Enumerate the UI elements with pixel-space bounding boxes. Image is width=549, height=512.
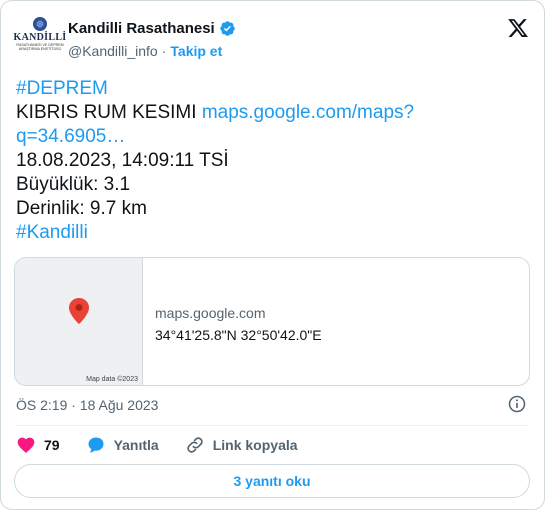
tweet-line: KIBRIS RUM KESIMI maps.google.com/maps?: [16, 101, 526, 125]
tweet-text-segment: Büyüklük: 3.1: [16, 174, 131, 195]
x-logo-icon[interactable]: [507, 17, 529, 39]
tweet-line: q=34.6905…: [16, 125, 526, 149]
avatar-subtext: RASATHANESİ VE DEPREM ARAŞTIRMA ENSTİTÜS…: [16, 43, 64, 51]
tweet-text-segment: KIBRIS RUM KESIMI: [16, 102, 202, 123]
like-button[interactable]: 79: [16, 435, 60, 455]
tweet-card: KANDİLLİ RASATHANESİ VE DEPREM ARAŞTIRMA…: [0, 0, 545, 510]
map-pin-icon: [69, 298, 89, 324]
map-link-card[interactable]: Map data ©2023 maps.google.com 34°41'25.…: [14, 257, 530, 386]
url-link[interactable]: maps.google.com/maps?: [202, 102, 414, 123]
observatory-logo-icon: [33, 17, 47, 31]
heart-icon: [17, 437, 35, 453]
map-coordinates: 34°41'25.8"N 32°50'42.0"E: [155, 327, 322, 343]
tweet-text: #DEPREM KIBRIS RUM KESIMI maps.google.com…: [16, 77, 526, 245]
tweet-timestamp[interactable]: ÖS 2:19 · 18 Ağu 2023: [16, 397, 158, 413]
reply-bubble-icon: [88, 437, 104, 453]
hashtag-link[interactable]: #Kandilli: [16, 222, 88, 243]
handle-row: @Kandilli_info · Takip et: [68, 43, 222, 59]
url-link[interactable]: q=34.6905…: [16, 126, 125, 147]
avatar[interactable]: KANDİLLİ RASATHANESİ VE DEPREM ARAŞTIRMA…: [13, 15, 67, 63]
tweet-header: KANDİLLİ RASATHANESİ VE DEPREM ARAŞTIRMA…: [13, 15, 529, 65]
avatar-brand: KANDİLLİ: [13, 32, 67, 43]
tweet-line: #DEPREM: [16, 77, 526, 101]
copy-link-button[interactable]: Link kopyala: [185, 435, 298, 455]
map-domain: maps.google.com: [155, 305, 266, 321]
tweet-line: Derinlik: 9.7 km: [16, 197, 526, 221]
tweet-text-segment: 18.08.2023, 14:09:11 TSİ: [16, 150, 229, 171]
reply-button[interactable]: Yanıtla: [86, 435, 159, 455]
map-credit: Map data ©2023: [86, 376, 138, 383]
divider: [16, 425, 529, 426]
tweet-line: Büyüklük: 3.1: [16, 173, 526, 197]
follow-button[interactable]: Takip et: [170, 43, 222, 59]
verified-badge-icon: [219, 21, 235, 36]
name-row: Kandilli Rasathanesi: [68, 20, 236, 37]
separator-dot: ·: [161, 43, 167, 59]
tweet-line: #Kandilli: [16, 221, 526, 245]
tweet-text-segment: Derinlik: 9.7 km: [16, 198, 147, 219]
tweet-line: 18.08.2023, 14:09:11 TSİ: [16, 149, 526, 173]
action-bar: 79 Yanıtla Link kopyala: [16, 433, 324, 457]
like-count: 79: [44, 437, 60, 453]
account-handle[interactable]: @Kandilli_info: [68, 43, 158, 59]
map-thumbnail[interactable]: Map data ©2023: [15, 258, 143, 385]
info-icon[interactable]: [507, 394, 527, 414]
account-name[interactable]: Kandilli Rasathanesi: [68, 20, 215, 37]
reply-label: Yanıtla: [113, 437, 159, 453]
hashtag-link[interactable]: #DEPREM: [16, 78, 108, 99]
copy-link-label: Link kopyala: [212, 437, 298, 453]
link-icon: [187, 437, 203, 453]
read-replies-button[interactable]: 3 yanıtı oku: [14, 464, 530, 498]
